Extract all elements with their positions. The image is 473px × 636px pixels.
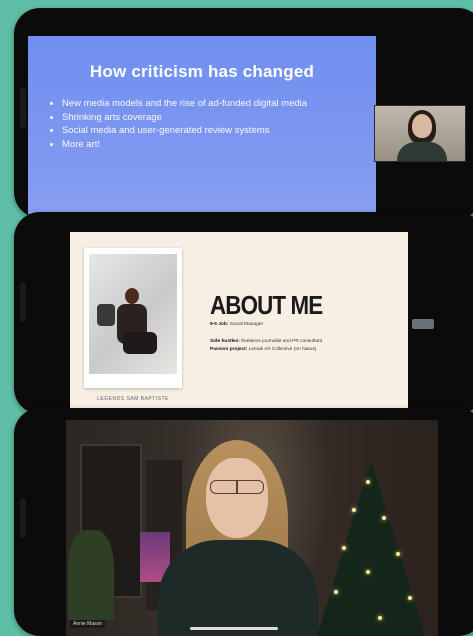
about-line-label: Side hustles: bbox=[210, 339, 240, 344]
tree-light bbox=[396, 552, 400, 556]
side-button bbox=[20, 88, 26, 128]
slide-bullet: Shrinking arts coverage bbox=[62, 112, 332, 125]
tree-light bbox=[382, 516, 386, 520]
about-line: Passion project: Lemak Art Collective (o… bbox=[210, 347, 316, 352]
tree-light bbox=[366, 480, 370, 484]
about-line-text: Lemak Art Collective (on hiatus) bbox=[248, 347, 317, 352]
christmas-tree bbox=[316, 460, 426, 636]
photo-bag bbox=[97, 304, 115, 326]
about-title: ABOUT ME bbox=[210, 290, 323, 320]
participant-face bbox=[412, 114, 432, 138]
slide-bullet: More art! bbox=[62, 139, 332, 152]
speaker-glasses bbox=[210, 480, 264, 494]
about-line: Side hustles: freelance journalist and P… bbox=[210, 339, 322, 344]
speaker-face bbox=[206, 458, 268, 538]
participant-name-tag: Annie Mason bbox=[70, 620, 106, 628]
slide-bullet: Social media and user-generated review s… bbox=[62, 125, 332, 138]
about-line-label: Passion project: bbox=[210, 347, 248, 352]
about-me-slide: LEGENDS SAM BAPTISTE ABOUT ME 9-5 Job: S… bbox=[70, 232, 408, 408]
tree-light bbox=[366, 570, 370, 574]
background-plant bbox=[68, 530, 114, 620]
photo-image bbox=[89, 254, 177, 374]
side-indicator bbox=[412, 319, 434, 329]
presentation-slide: How criticism has changed New media mode… bbox=[28, 36, 376, 214]
slide-title: How criticism has changed bbox=[89, 62, 315, 81]
speaker-video[interactable]: Annie Mason bbox=[66, 420, 438, 636]
tree-light bbox=[378, 616, 382, 620]
photo-person-head bbox=[125, 288, 139, 304]
about-line: 9-5 Job: Social Manager bbox=[210, 322, 263, 327]
about-line-label: 9-5 Job: bbox=[210, 322, 229, 327]
side-button bbox=[20, 498, 26, 538]
tree-light bbox=[352, 508, 356, 512]
participant-video-thumbnail[interactable] bbox=[374, 105, 466, 162]
home-indicator bbox=[190, 627, 278, 630]
phone-frame-middle: LEGENDS SAM BAPTISTE ABOUT ME 9-5 Job: S… bbox=[14, 212, 473, 414]
tree-light bbox=[408, 596, 412, 600]
photo-person-skirt bbox=[123, 332, 157, 354]
tree-light bbox=[342, 546, 346, 550]
slide-bullet: New media models and the rise of ad-fund… bbox=[62, 98, 332, 111]
participant-body bbox=[397, 142, 447, 161]
about-line-text: freelance journalist and PR consultant bbox=[241, 339, 322, 344]
phone-frame-bottom: Annie Mason bbox=[14, 408, 473, 636]
side-button bbox=[20, 282, 26, 322]
tree-light bbox=[334, 590, 338, 594]
phone-frame-top: How criticism has changed New media mode… bbox=[14, 8, 473, 218]
slide-bullet-list: New media models and the rise of ad-fund… bbox=[50, 98, 332, 152]
photo-caption: LEGENDS SAM BAPTISTE bbox=[97, 396, 169, 402]
about-line-text: Social Manager bbox=[229, 322, 264, 327]
speaker-body bbox=[158, 540, 318, 636]
profile-photo: LEGENDS SAM BAPTISTE bbox=[84, 248, 182, 402]
